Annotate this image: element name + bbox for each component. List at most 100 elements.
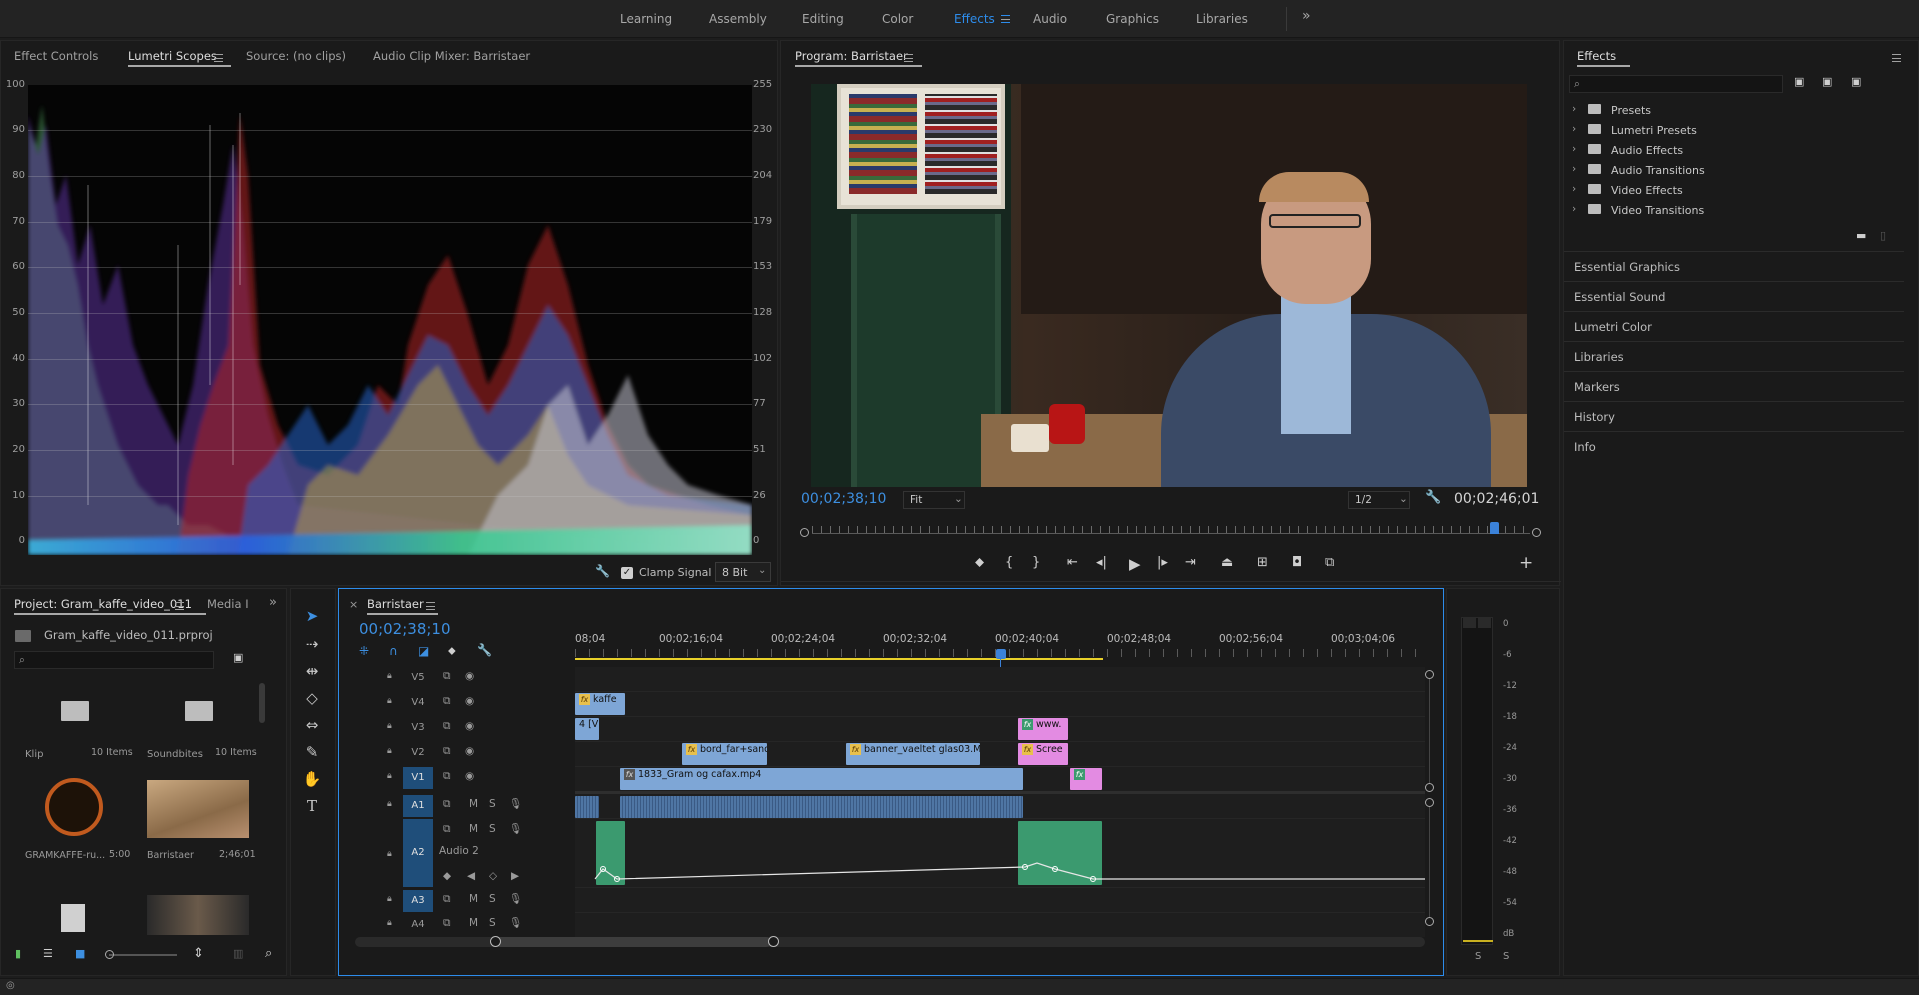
workspace-tab-assembly[interactable]: Assembly — [709, 12, 767, 26]
program-playhead[interactable] — [1490, 522, 1500, 534]
tab-audio-clip-mixer[interactable]: Audio Clip Mixer: Barristaer — [373, 49, 530, 63]
prev-keyframe-icon[interactable]: ◀ — [467, 870, 475, 882]
trash-icon[interactable]: ▯ — [1880, 229, 1886, 242]
eye-icon[interactable]: ◉ — [465, 695, 474, 707]
timeline-zoom-handle-left[interactable] — [490, 936, 501, 947]
add-marker-icon[interactable]: ⬥ — [448, 644, 456, 658]
track-v1-name[interactable]: V1 — [403, 767, 433, 789]
fit-select[interactable]: Fit ⌄ — [903, 491, 965, 509]
lock-icon[interactable]: 🔒︎ — [387, 696, 392, 706]
button-editor-plus-icon[interactable]: + — [1519, 553, 1533, 573]
clip-v1-main[interactable]: fx 1833_Gram og cafax.mp4 — [620, 768, 1023, 790]
32bit-effects-icon[interactable]: ▣ — [1822, 75, 1832, 88]
sync-lock-icon[interactable]: ⧉ — [443, 893, 451, 906]
clip-v2-scree[interactable]: fx Scree — [1018, 743, 1068, 765]
slip-tool-icon[interactable]: ⇔ — [301, 716, 323, 734]
lock-icon[interactable]: 🔒︎ — [387, 746, 392, 756]
meter-solo-right-button[interactable]: S — [1503, 951, 1509, 962]
effects-search-input[interactable]: ⌕ — [1569, 75, 1783, 93]
tab-lumetri-scopes[interactable]: Lumetri Scopes — [128, 49, 231, 67]
solo-button[interactable]: S — [489, 893, 496, 905]
sequence-menu-icon[interactable] — [426, 602, 435, 610]
sync-lock-icon[interactable]: ⧉ — [443, 695, 451, 708]
type-tool-icon[interactable]: T — [301, 797, 323, 815]
linked-selection-icon[interactable]: ◪ — [418, 644, 429, 658]
go-to-in-icon[interactable]: ⇤ — [1067, 555, 1078, 570]
lock-icon[interactable]: 🔒︎ — [387, 771, 392, 781]
settings-wrench-icon[interactable]: 🔧 — [1425, 490, 1441, 505]
keyframe-options-icon[interactable]: ◆ — [443, 870, 451, 882]
workspace-tab-color[interactable]: Color — [882, 12, 913, 26]
clip-v4[interactable]: fx kaffe — [575, 693, 625, 715]
voiceover-mic-icon[interactable]: 🎙︎ — [509, 916, 522, 929]
track-select-tool-icon[interactable]: ⇢ — [301, 635, 323, 653]
resolution-select[interactable]: 1/2 ⌄ — [1348, 491, 1410, 509]
new-search-bin-icon[interactable]: ▣ — [233, 651, 243, 664]
tab-effect-controls[interactable]: Effect Controls — [14, 49, 98, 63]
effects-folder-video-effects[interactable]: › Video Effects — [1564, 181, 1904, 201]
lock-icon[interactable]: 🔒︎ — [387, 894, 392, 904]
effects-folder-video-transitions[interactable]: › Video Transitions — [1564, 201, 1904, 221]
add-marker-icon[interactable]: ⬥ — [975, 555, 984, 570]
voiceover-mic-icon[interactable]: 🎙︎ — [509, 892, 522, 905]
workspace-tab-editing[interactable]: Editing — [802, 12, 844, 26]
new-bin-folder-icon[interactable]: ▬ — [1856, 229, 1866, 242]
clamp-signal-checkbox[interactable]: ✓ — [621, 567, 633, 579]
zoom-slider[interactable] — [109, 954, 177, 956]
eye-icon[interactable]: ◉ — [465, 720, 474, 732]
clip-v3-a[interactable]: 4 [V] — [575, 718, 599, 740]
track-area[interactable]: fxkaffe 4 [V] fxwww. fxbord_far+sand fxb… — [575, 667, 1425, 937]
effects-folder-audio-transitions[interactable]: › Audio Transitions — [1564, 161, 1904, 181]
clip-v1-pink[interactable]: fx — [1070, 768, 1102, 790]
section-history[interactable]: History — [1564, 401, 1904, 431]
solo-button[interactable]: S — [489, 917, 496, 929]
audio-clip-a1-main[interactable] — [620, 796, 1023, 818]
step-back-icon[interactable]: ◂| — [1096, 555, 1107, 570]
clip-v3-www[interactable]: fx www. — [1018, 718, 1068, 740]
voiceover-mic-icon[interactable]: 🎙︎ — [509, 822, 522, 835]
lock-icon[interactable]: ▮ — [15, 947, 21, 960]
audio-clip-a1-a[interactable] — [575, 796, 599, 818]
mute-button[interactable]: M — [469, 823, 478, 835]
step-forward-icon[interactable]: |▸ — [1157, 555, 1168, 570]
extract-icon[interactable]: ⊞ — [1257, 555, 1268, 570]
voiceover-mic-icon[interactable]: 🎙︎ — [509, 797, 522, 810]
sync-lock-icon[interactable]: ⧉ — [443, 798, 451, 811]
workspace-overflow-button[interactable]: » — [1302, 8, 1311, 24]
scrub-start-handle[interactable] — [800, 528, 809, 537]
workspace-tab-libraries[interactable]: Libraries — [1196, 12, 1248, 26]
sync-lock-icon[interactable]: ⧉ — [443, 770, 451, 783]
sync-lock-icon[interactable]: ⧉ — [443, 720, 451, 733]
track-a1-name[interactable]: A1 — [403, 795, 433, 817]
project-scrollbar[interactable] — [259, 683, 265, 723]
yuv-effects-icon[interactable]: ▣ — [1851, 75, 1861, 88]
section-essential-graphics[interactable]: Essential Graphics — [1564, 251, 1904, 281]
effects-folder-presets[interactable]: › Presets — [1564, 101, 1904, 121]
section-lumetri-color[interactable]: Lumetri Color — [1564, 311, 1904, 341]
project-search-input[interactable]: ⌕ — [14, 651, 214, 669]
selection-tool-icon[interactable]: ➤ — [301, 607, 323, 625]
timeline-timecode[interactable]: 00;02;38;10 — [359, 620, 451, 638]
work-area-bar[interactable] — [575, 658, 1103, 660]
video-scroll-handle[interactable] — [1425, 783, 1434, 792]
track-v5-name[interactable]: V5 — [403, 667, 433, 689]
section-markers[interactable]: Markers — [1564, 371, 1904, 401]
workspace-tab-learning[interactable]: Learning — [620, 12, 672, 26]
audio-scroll-handle[interactable] — [1425, 917, 1434, 926]
bin-item[interactable]: Klip 10 Items — [15, 687, 133, 767]
sync-lock-icon[interactable]: ⧉ — [443, 823, 451, 836]
timeline-zoom-handle-right[interactable] — [768, 936, 779, 947]
scope-settings-wrench-icon[interactable]: 🔧 — [595, 564, 610, 578]
workspace-tab-graphics[interactable]: Graphics — [1106, 12, 1159, 26]
program-scrub-bar[interactable] — [800, 522, 1541, 540]
program-menu-icon[interactable] — [904, 54, 913, 62]
program-timecode[interactable]: 00;02;38;10 — [801, 491, 886, 507]
sort-icon[interactable]: ⇕ — [193, 946, 204, 961]
sync-lock-icon[interactable]: ⧉ — [443, 745, 451, 758]
lock-icon[interactable]: 🔒︎ — [387, 799, 392, 809]
project-tab[interactable]: Project: Gram_kaffe_video_011 — [14, 597, 206, 615]
automate-icon[interactable]: ▥ — [233, 947, 243, 960]
pen-tool-icon[interactable]: ✎ — [301, 743, 323, 761]
sequence-tab[interactable]: Barristaer — [367, 597, 438, 615]
lumetri-menu-icon[interactable] — [214, 54, 223, 62]
